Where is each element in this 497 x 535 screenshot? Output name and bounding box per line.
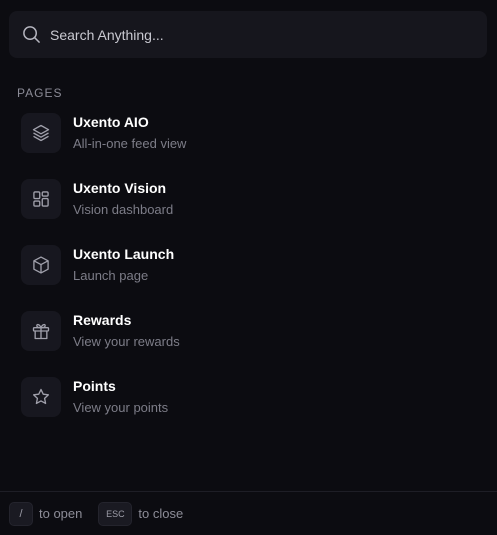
star-icon xyxy=(33,388,49,405)
cube-icon xyxy=(33,256,49,274)
search-bar[interactable] xyxy=(9,11,487,58)
command-palette: PAGES Uxento AIO All-in-one feed view xyxy=(0,0,497,535)
item-subtitle: View your rewards xyxy=(73,334,180,349)
item-subtitle: All-in-one feed view xyxy=(73,136,187,151)
layers-icon xyxy=(32,124,50,142)
page-item-points[interactable]: Points View your points xyxy=(21,377,481,417)
shortcut-footer: / to open ESC to close xyxy=(0,491,497,535)
close-shortcut-key: ESC xyxy=(98,501,133,526)
item-icon-tile xyxy=(21,245,61,285)
item-title: Points xyxy=(73,378,116,394)
item-subtitle: Launch page xyxy=(73,268,149,283)
page-item-rewards[interactable]: Rewards View your rewards xyxy=(21,311,481,351)
page-item-uxento-vision[interactable]: Uxento Vision Vision dashboard xyxy=(21,179,481,219)
item-title: Uxento AIO xyxy=(73,114,149,130)
item-subtitle: View your points xyxy=(73,400,169,415)
page-item-uxento-launch[interactable]: Uxento Launch Launch page xyxy=(21,245,481,285)
close-hint: to close xyxy=(138,506,184,521)
item-title: Uxento Launch xyxy=(73,246,175,262)
section-label-pages: PAGES xyxy=(17,86,63,100)
item-icon-tile xyxy=(21,377,61,417)
item-subtitle: Vision dashboard xyxy=(73,202,174,217)
item-icon-tile xyxy=(21,311,61,351)
item-title: Rewards xyxy=(73,312,132,328)
open-shortcut-key: / xyxy=(9,501,33,526)
item-icon-tile xyxy=(21,179,61,219)
page-item-uxento-aio[interactable]: Uxento AIO All-in-one feed view xyxy=(21,113,481,153)
pages-list: Uxento AIO All-in-one feed view Uxento V… xyxy=(21,113,481,443)
item-icon-tile xyxy=(21,113,61,153)
search-input[interactable] xyxy=(50,26,450,43)
open-hint: to open xyxy=(39,506,83,521)
search-icon xyxy=(21,25,41,45)
dashboard-icon xyxy=(33,191,49,207)
item-title: Uxento Vision xyxy=(73,180,167,196)
gift-icon xyxy=(32,323,50,340)
